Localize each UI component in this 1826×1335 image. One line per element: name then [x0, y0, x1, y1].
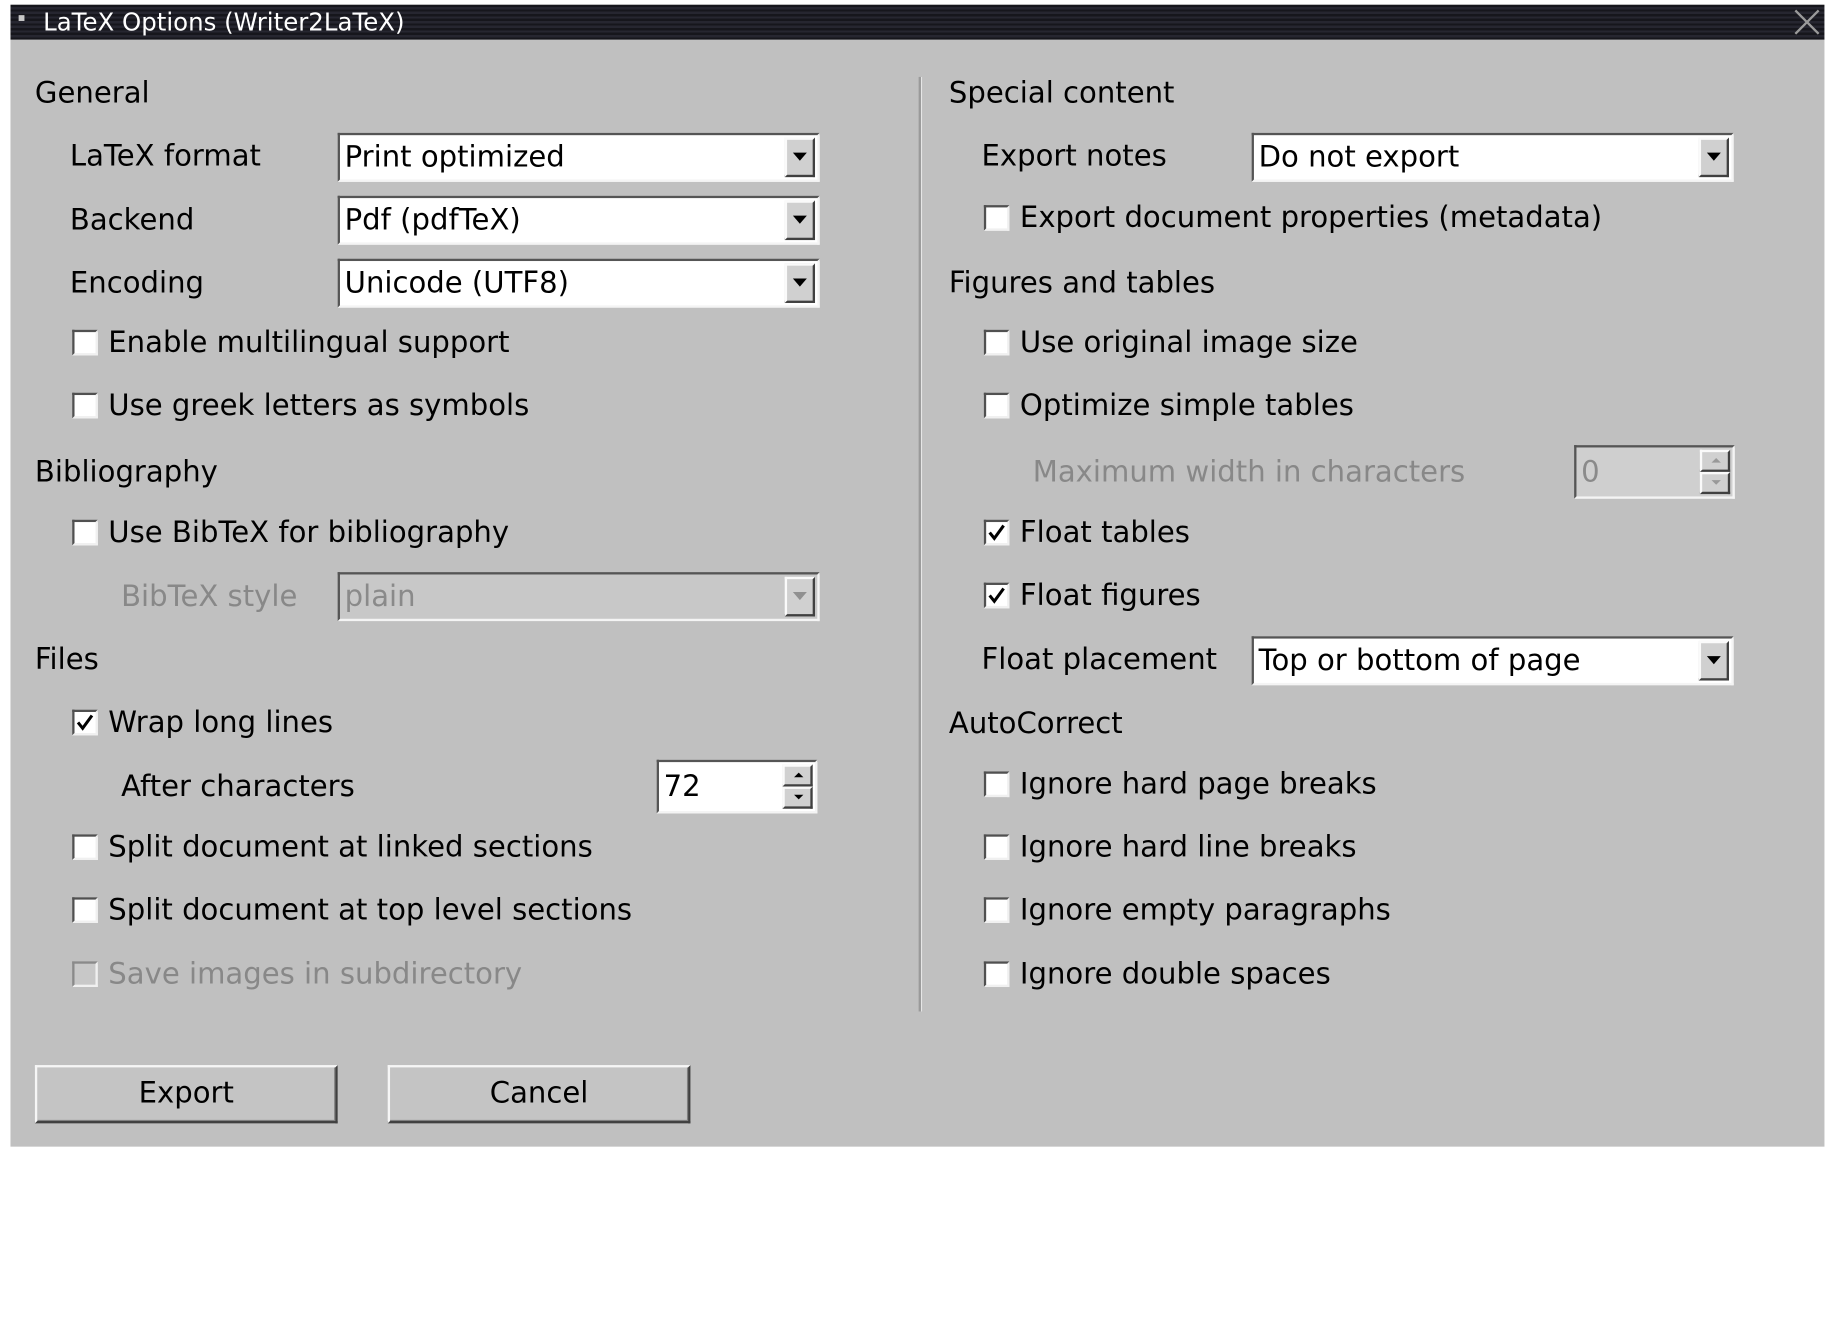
export-notes-select[interactable]: Do not export [1251, 132, 1734, 182]
close-icon[interactable] [1792, 7, 1822, 37]
original-image-size-checkbox[interactable] [983, 329, 1010, 356]
spin-down-icon[interactable] [782, 786, 813, 809]
split-top-label[interactable]: Split document at top level sections [108, 893, 632, 928]
ignore-empty-paragraphs-checkbox[interactable] [983, 897, 1010, 923]
multilingual-checkbox[interactable] [72, 329, 98, 356]
encoding-select[interactable]: Unicode (UTF8) [337, 258, 820, 308]
checkmark-icon [988, 587, 1005, 604]
export-notes-value: Do not export [1258, 139, 1460, 174]
cancel-button[interactable]: Cancel [387, 1065, 691, 1124]
ignore-double-spaces-checkbox[interactable] [983, 961, 1010, 988]
section-files: Files [34, 642, 99, 676]
latex-format-value: Print optimized [344, 139, 565, 174]
greek-letters-label[interactable]: Use greek letters as symbols [108, 388, 529, 423]
window-title: LaTeX Options (Writer2LaTeX) [43, 8, 405, 37]
wrap-lines-label[interactable]: Wrap long lines [108, 705, 333, 740]
checkmark-icon [76, 714, 94, 731]
backend-value: Pdf (pdfTeX) [344, 202, 521, 237]
float-placement-select[interactable]: Top or bottom of page [1251, 636, 1734, 686]
original-image-size-label[interactable]: Use original image size [1020, 325, 1358, 360]
chevron-down-icon[interactable] [784, 263, 816, 303]
split-linked-label[interactable]: Split document at linked sections [108, 830, 592, 865]
ignore-page-breaks-label[interactable]: Ignore hard page breaks [1020, 767, 1377, 802]
float-figures-checkbox[interactable] [983, 582, 1010, 609]
chevron-down-icon[interactable] [784, 200, 816, 241]
save-images-label[interactable]: Save images in subdirectory [108, 957, 522, 992]
bibtex-style-label: BibTeX style [121, 579, 298, 613]
max-width-label: Maximum width in characters [1032, 454, 1466, 489]
backend-select[interactable]: Pdf (pdfTeX) [337, 195, 820, 245]
export-metadata-label[interactable]: Export document properties (metadata) [1020, 200, 1602, 235]
max-width-value: 0 [1581, 454, 1600, 489]
section-autocorrect: AutoCorrect [948, 706, 1123, 740]
multilingual-label[interactable]: Enable multilingual support [108, 325, 509, 360]
after-characters-value: 72 [663, 769, 701, 803]
title-bar[interactable]: LaTeX Options (Writer2LaTeX) [10, 4, 1825, 40]
max-width-spinner[interactable]: 0 [1574, 445, 1735, 499]
section-general: General [34, 75, 150, 110]
spin-down-icon[interactable] [1699, 471, 1731, 495]
latex-options-dialog: LaTeX Options (Writer2LaTeX) General LaT… [0, 0, 1826, 1335]
backend-label: Backend [69, 202, 195, 237]
latex-format-select[interactable]: Print optimized [337, 132, 820, 182]
chevron-down-icon[interactable] [784, 576, 816, 617]
ignore-line-breaks-label[interactable]: Ignore hard line breaks [1020, 830, 1357, 865]
float-placement-label: Float placement [981, 642, 1218, 676]
split-linked-checkbox[interactable] [72, 834, 98, 860]
optimize-tables-label[interactable]: Optimize simple tables [1020, 388, 1354, 423]
dialog-body: LaTeX Options (Writer2LaTeX) General LaT… [10, 4, 1825, 1147]
float-tables-checkbox[interactable] [983, 519, 1010, 546]
column-divider [918, 76, 923, 1012]
float-figures-label[interactable]: Float figures [1020, 578, 1201, 613]
export-metadata-checkbox[interactable] [983, 205, 1010, 231]
use-bibtex-label[interactable]: Use BibTeX for bibliography [108, 515, 509, 550]
export-notes-label: Export notes [981, 138, 1167, 173]
greek-letters-checkbox[interactable] [72, 392, 98, 419]
checkmark-icon [988, 524, 1005, 541]
section-bibliography: Bibliography [34, 454, 218, 489]
export-button[interactable]: Export [34, 1065, 338, 1124]
latex-format-label: LaTeX format [69, 138, 261, 173]
optimize-tables-checkbox[interactable] [983, 392, 1010, 419]
float-placement-value: Top or bottom of page [1258, 643, 1581, 678]
use-bibtex-checkbox[interactable] [72, 519, 98, 546]
wrap-lines-checkbox[interactable] [72, 709, 98, 736]
chevron-down-icon[interactable] [1698, 640, 1729, 681]
ignore-page-breaks-checkbox[interactable] [983, 771, 1010, 798]
chevron-down-icon[interactable] [784, 137, 816, 178]
window-menu-icon[interactable] [18, 15, 25, 21]
section-special-content: Special content [948, 75, 1175, 110]
ignore-empty-paragraphs-label[interactable]: Ignore empty paragraphs [1020, 893, 1391, 928]
float-tables-label[interactable]: Float tables [1020, 515, 1190, 550]
chevron-down-icon[interactable] [1698, 137, 1729, 178]
split-top-checkbox[interactable] [72, 897, 98, 923]
bibtex-style-value: plain [344, 579, 416, 613]
after-characters-spinner[interactable]: 72 [656, 759, 818, 814]
encoding-value: Unicode (UTF8) [344, 265, 569, 300]
encoding-label: Encoding [69, 265, 205, 300]
bibtex-style-select[interactable]: plain [337, 572, 820, 622]
save-images-checkbox[interactable] [72, 961, 98, 988]
spin-up-icon[interactable] [1699, 449, 1731, 472]
ignore-double-spaces-label[interactable]: Ignore double spaces [1020, 957, 1331, 992]
after-characters-label: After characters [121, 769, 355, 803]
spin-up-icon[interactable] [782, 764, 813, 787]
section-figures-tables: Figures and tables [948, 265, 1216, 300]
ignore-line-breaks-checkbox[interactable] [983, 834, 1010, 860]
